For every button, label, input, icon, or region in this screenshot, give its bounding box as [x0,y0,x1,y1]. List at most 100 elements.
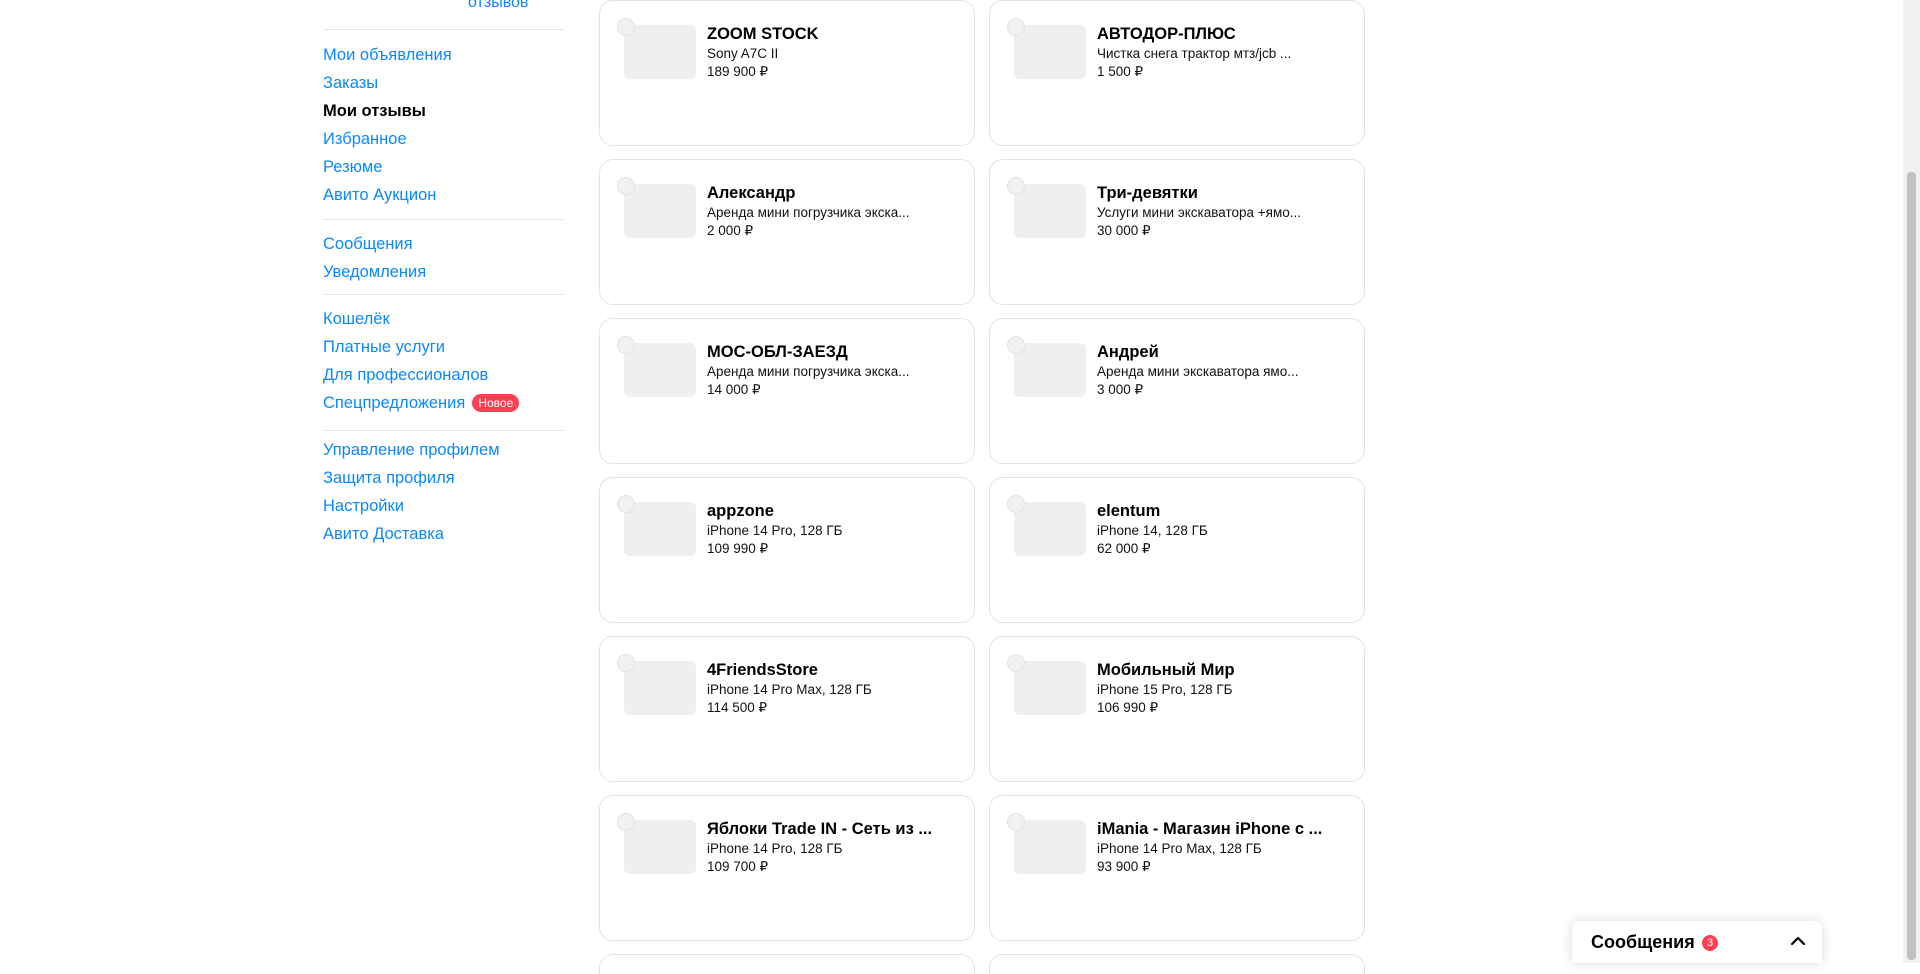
sidebar-item[interactable]: Защита профиля [323,464,564,492]
sidebar-item[interactable]: Для профессионалов [323,361,564,389]
item-price: 106 990 ₽ [1097,700,1159,715]
sidebar-item[interactable]: Спецпредложения Новое [323,389,564,417]
item-title: iPhone 14 Pro Max, 128 ГБ [707,682,872,697]
item-price: 93 900 ₽ [1097,859,1151,874]
review-card[interactable] [599,954,975,974]
sidebar-item[interactable]: Сообщения [323,230,564,258]
avatar [1007,813,1025,831]
review-card[interactable]: ZOOM STOCK Sony A7C II 189 900 ₽ [599,0,975,146]
item-thumbnail [1014,502,1086,556]
item-title: Sony A7C II [707,46,779,61]
sidebar-group: Сообщения Уведомления [323,230,564,286]
seller-name[interactable]: Андрей [1097,343,1337,362]
sidebar-item-label: Мои отзывы [323,101,426,120]
seller-name[interactable]: Мобильный Мир [1097,661,1337,680]
item-price: 3 000 ₽ [1097,382,1144,397]
sidebar-item[interactable]: Кошелёк [323,305,564,333]
reviews-count-link[interactable]: отзывов [468,0,528,12]
sidebar-item-label: Уведомления [323,262,427,281]
sidebar-item[interactable]: Платные услуги [323,333,564,361]
seller-name[interactable]: 4FriendsStore [707,661,947,680]
review-card[interactable]: МОС-ОБЛ-ЗАЕЗД Аренда мини погрузчика экск… [599,318,975,464]
sidebar-item-label: Заказы [323,73,379,92]
avatar [1007,336,1025,354]
seller-name[interactable]: МОС-ОБЛ-ЗАЕЗД [707,343,947,362]
sidebar-item[interactable]: Настройки [323,492,564,520]
item-thumbnail [1014,184,1086,238]
review-card[interactable]: iMania - Магазин iPhone с ... iPhone 14 P… [989,795,1365,941]
item-price: 14 000 ₽ [707,382,761,397]
item-title: iPhone 14 Pro, 128 ГБ [707,841,843,856]
sidebar-group: Мои объявления Заказы Мои отзывы Избранное Р… [323,41,564,209]
item-title: iPhone 14 Pro, 128 ГБ [707,523,843,538]
review-card[interactable]: appzone iPhone 14 Pro, 128 ГБ 109 990 ₽ [599,477,975,623]
item-thumbnail [624,502,696,556]
review-card[interactable]: Мобильный Мир iPhone 15 Pro, 128 ГБ 106 99… [989,636,1365,782]
sidebar-item[interactable]: Мои объявления [323,41,564,69]
sidebar-item-label: Управление профилем [323,440,500,459]
sidebar-divider [323,294,564,295]
item-title: Аренда мини экскаватора ямо... [1097,364,1299,379]
sidebar-item-label: Настройки [323,496,404,515]
seller-name[interactable]: АВТОДОР-ПЛЮС [1097,25,1337,44]
sidebar-divider [323,430,564,431]
item-thumbnail [1014,820,1086,874]
sidebar-item[interactable]: Уведомления [323,258,564,286]
item-thumbnail [1014,661,1086,715]
review-card[interactable]: Александр Аренда мини погрузчика экска...… [599,159,975,305]
review-card[interactable]: Три-девятки Услуги мини экскаватора +ямо.… [989,159,1365,305]
avatar [1007,495,1025,513]
item-price: 114 500 ₽ [707,700,768,715]
sidebar-item-label: Защита профиля [323,468,455,487]
page-scrollbar[interactable] [1903,0,1920,963]
review-card[interactable]: АВТОДОР-ПЛЮС Чистка снега трактор мтз/jcb… [989,0,1365,146]
scrollbar-thumb[interactable] [1907,172,1916,960]
item-price: 189 900 ₽ [707,64,769,79]
sidebar-item-label: Для профессионалов [323,365,489,384]
item-price: 109 700 ₽ [707,859,769,874]
item-title: iPhone 15 Pro, 128 ГБ [1097,682,1233,697]
item-thumbnail [624,184,696,238]
sidebar-item[interactable]: Избранное [323,125,564,153]
messenger-widget[interactable]: Сообщения 3 [1572,921,1822,963]
seller-name[interactable]: ZOOM STOCK [707,25,947,44]
chevron-up-icon[interactable] [1788,931,1808,951]
item-thumbnail [1014,343,1086,397]
sidebar-item[interactable]: Заказы [323,69,564,97]
item-title: Чистка снега трактор мтз/jcb ... [1097,46,1292,61]
review-card[interactable]: Яблоки Trade IN - Сеть из ... iPhone 14 P… [599,795,975,941]
item-price: 2 000 ₽ [707,223,754,238]
seller-name[interactable]: appzone [707,502,947,521]
sidebar-item[interactable]: Авито Аукцион [323,181,564,209]
review-card[interactable]: Андрей Аренда мини экскаватора ямо... 3 00… [989,318,1365,464]
sidebar-item[interactable]: Управление профилем [323,436,564,464]
item-price: 109 990 ₽ [707,541,769,556]
seller-name[interactable]: iMania - Магазин iPhone с ... [1097,820,1337,839]
avatar [617,177,635,195]
item-thumbnail [624,661,696,715]
seller-name[interactable]: Три-девятки [1097,184,1337,203]
sidebar-item-label: Избранное [323,129,407,148]
item-title: Аренда мини погрузчика экска... [707,205,910,220]
item-price: 62 000 ₽ [1097,541,1151,556]
seller-name[interactable]: elentum [1097,502,1337,521]
item-thumbnail [624,25,696,79]
item-price: 1 500 ₽ [1097,64,1144,79]
item-title: Услуги мини экскаватора +ямо... [1097,205,1302,220]
sidebar-item-label: Резюме [323,157,383,176]
sidebar-item[interactable]: Авито Доставка [323,520,564,548]
messenger-title: Сообщения [1591,932,1695,952]
sidebar-item[interactable]: Резюме [323,153,564,181]
seller-name[interactable]: Яблоки Trade IN - Сеть из ... [707,820,947,839]
item-thumbnail [1014,25,1086,79]
sidebar-item[interactable]: Мои отзывы [323,97,564,125]
review-card[interactable] [989,954,1365,974]
sidebar-item-label: Сообщения [323,234,413,253]
review-card[interactable]: elentum iPhone 14, 128 ГБ 62 000 ₽ [989,477,1365,623]
seller-name[interactable]: Александр [707,184,947,203]
sidebar-item-label: Авито Аукцион [323,185,437,204]
item-price: 30 000 ₽ [1097,223,1151,238]
review-card[interactable]: 4FriendsStore iPhone 14 Pro Max, 128 ГБ 11… [599,636,975,782]
sidebar-item-label: Спецпредложения [323,393,466,412]
sidebar-item-label: Кошелёк [323,309,390,328]
